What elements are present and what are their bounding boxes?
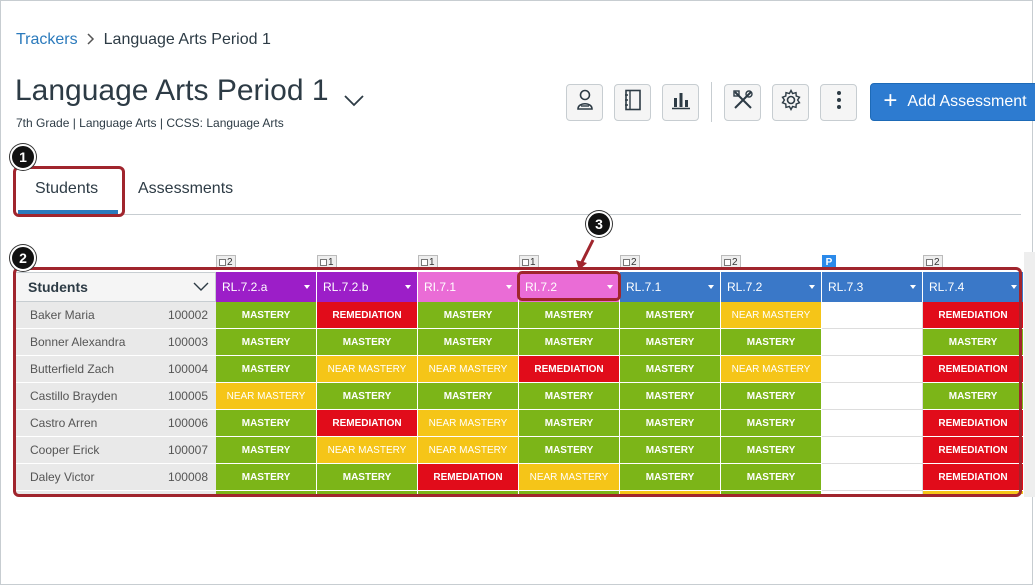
count-value: 2 [631,256,637,268]
plus-icon: + [883,87,898,114]
count-value: 1 [328,256,334,268]
callout-arrow [576,239,595,270]
notebook-button[interactable] [614,83,651,121]
checkbox-icon [724,258,731,266]
callout-2: 2 [10,245,36,271]
more-icon [836,90,842,115]
settings-button[interactable] [772,83,809,121]
notebook-icon [624,89,642,116]
count-value: 2 [732,256,738,268]
page-title: Language Arts Period 1 [15,74,364,108]
chevron-right-icon [86,32,96,49]
checkbox-icon [926,258,933,266]
student-view-button[interactable] [566,83,603,121]
checkbox-icon [522,258,529,266]
tools-icon [732,89,754,116]
checkbox-icon [623,258,630,266]
count-value: 1 [530,256,536,268]
page-title-text: Language Arts Period 1 [15,74,329,107]
count-value: 1 [429,256,435,268]
more-options-button[interactable] [820,83,857,121]
callout-3: 3 [586,211,612,237]
highlight-box-tabs [13,166,125,217]
breadcrumb-current: Language Arts Period 1 [103,31,271,48]
bar-chart-icon [671,90,691,115]
highlight-box-column [517,271,621,301]
checkbox-icon [219,258,226,266]
checkbox-icon [320,258,327,266]
highlight-box-grid [13,267,1022,497]
count-value: 2 [934,256,940,268]
reports-button[interactable] [662,83,699,121]
page-subtitle: 7th Grade | Language Arts | CCSS: Langua… [16,116,284,130]
student-view-icon [575,89,595,116]
grid-scroll-edge[interactable] [1024,252,1035,497]
add-assessment-label: Add Assessment [907,93,1027,110]
count-value: 2 [227,256,233,268]
toolbar: + Add Assessment [566,82,1035,122]
tools-button[interactable] [724,83,761,121]
add-assessment-button[interactable]: + Add Assessment [870,83,1035,121]
count-value: P [825,256,833,268]
breadcrumb-trackers-link[interactable]: Trackers [16,31,78,49]
tab-bar: Students Assessments [15,172,1021,215]
breadcrumb: Trackers Language Arts Period 1 [16,31,271,49]
gear-icon [780,88,802,116]
callout-1: 1 [10,144,36,170]
checkbox-icon [421,258,428,266]
toolbar-divider [711,82,712,122]
tab-assessments[interactable]: Assessments [138,180,233,198]
chevron-down-icon[interactable] [343,82,364,107]
